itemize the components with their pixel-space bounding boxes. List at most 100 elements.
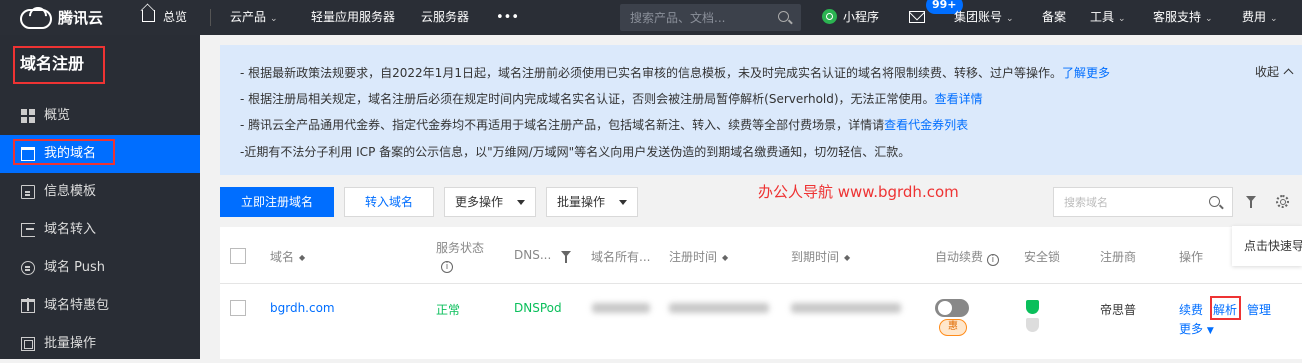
document-icon — [21, 185, 35, 199]
search-icon[interactable] — [778, 11, 789, 22]
gift-icon — [21, 298, 35, 313]
nav-support-label: 客服支持 — [1153, 10, 1202, 24]
global-search[interactable] — [620, 4, 801, 31]
sort-icon[interactable]: ◆ — [722, 253, 728, 262]
header-reg-time[interactable]: 注册时间 ◆ — [669, 248, 728, 265]
discount-badge[interactable]: 惠 — [939, 319, 967, 336]
register-domain-button[interactable]: 立即注册域名 — [220, 187, 334, 217]
nav-lighthouse[interactable]: 轻量应用服务器 — [311, 0, 395, 35]
filter-icon[interactable] — [1246, 196, 1256, 208]
nav-overview[interactable]: 总览 — [142, 0, 187, 35]
view-details-link[interactable]: 查看详情 — [935, 92, 983, 106]
sidebar-item-templates[interactable]: 信息模板 — [0, 173, 200, 211]
global-search-input[interactable] — [630, 8, 770, 27]
nav-billing[interactable]: 费用 ⌄ — [1242, 0, 1278, 35]
info-icon[interactable]: i — [441, 261, 453, 273]
header-owner: 域名所有... — [591, 250, 651, 264]
redacted-exp-time — [791, 303, 901, 313]
more-actions-dropdown[interactable]: 更多 ▼ — [1179, 320, 1214, 337]
header-status-info[interactable]: i — [441, 257, 453, 273]
transfer-icon — [21, 223, 35, 237]
sidebar-item-batch[interactable]: 批量操作 — [0, 325, 200, 363]
sidebar: 域名注册 概览 我的域名 信息模板 域名转入 域名 Push 域名特惠包 批量操… — [0, 35, 200, 359]
learn-more-link[interactable]: 了解更多 — [1062, 66, 1110, 80]
batch-operations-dropdown[interactable]: 批量操作 — [546, 187, 638, 217]
nav-group-account[interactable]: 集团账号 ⌄ — [954, 0, 1014, 35]
top-navbar: 腾讯云 总览 云产品⌄ 轻量应用服务器 云服务器 ••• 小程序 99+ 集团账… — [0, 0, 1302, 35]
highlight-box — [13, 139, 115, 165]
status-badge: 正常 — [436, 303, 461, 317]
caret-down-icon: ▼ — [1206, 326, 1214, 336]
more-operations-dropdown[interactable]: 更多操作 — [444, 187, 536, 217]
lock-shield-icon[interactable] — [1026, 300, 1039, 314]
auto-renew-toggle[interactable] — [935, 299, 969, 317]
batch-icon — [21, 337, 35, 351]
notice-line: -近期有不法分子利用 ICP 备案的公示信息，以"万维网/万域网"等名义向用户发… — [240, 145, 911, 159]
nav-cvm[interactable]: 云服务器 — [421, 0, 469, 35]
header-registrar: 注册商 — [1100, 250, 1137, 264]
notice-text: - 根据最新政策法规要求，自2022年1月1日起，域名注册前必须使用已实名审核的… — [240, 66, 1062, 80]
collapse-notice-button[interactable]: 收起 — [1255, 63, 1292, 80]
nav-billing-label: 费用 — [1242, 10, 1267, 24]
sidebar-item-overview[interactable]: 概览 — [0, 97, 200, 135]
policy-notice: - 根据最新政策法规要求，自2022年1月1日起，域名注册前必须使用已实名审核的… — [220, 45, 1302, 175]
search-icon[interactable] — [1209, 196, 1220, 207]
voucher-list-link[interactable]: 查看代金券列表 — [884, 118, 968, 132]
cloud-logo-icon — [18, 6, 52, 29]
push-icon — [21, 261, 35, 275]
gear-icon[interactable] — [1276, 195, 1289, 208]
chevron-down-icon: ⌄ — [270, 14, 278, 24]
sidebar-item-packages[interactable]: 域名特惠包 — [0, 287, 200, 325]
row-checkbox[interactable] — [230, 300, 246, 316]
nav-messages[interactable] — [909, 0, 925, 35]
chevron-down-icon: ⌄ — [1006, 14, 1014, 24]
redacted-owner — [592, 303, 650, 313]
select-all-checkbox[interactable] — [230, 248, 246, 264]
header-status: 服务状态 — [436, 241, 485, 255]
mail-icon — [909, 11, 925, 23]
highlight-box — [1210, 296, 1241, 320]
sidebar-item-transfer-in[interactable]: 域名转入 — [0, 211, 200, 249]
renew-link[interactable]: 续费 — [1179, 301, 1203, 318]
header-exp-time[interactable]: 到期时间 ◆ — [791, 248, 850, 265]
domain-search[interactable] — [1053, 187, 1233, 217]
sidebar-item-push[interactable]: 域名 Push — [0, 249, 200, 287]
header-operations: 操作 — [1179, 250, 1204, 264]
sort-icon[interactable]: ◆ — [844, 253, 850, 262]
nav-mini-program-label: 小程序 — [843, 10, 880, 24]
domain-search-input[interactable] — [1064, 194, 1204, 211]
manage-link[interactable]: 管理 — [1247, 301, 1271, 318]
header-auto-renew: 自动续费 i — [935, 248, 999, 266]
notice-line: - 腾讯云全产品通用代金券、指定代金券均不再适用于域名注册产品，包括域名新注、转… — [240, 116, 968, 133]
nav-support[interactable]: 客服支持 ⌄ — [1153, 0, 1213, 35]
nav-beian[interactable]: 备案 — [1042, 0, 1066, 35]
nav-cloud-products[interactable]: 云产品 ⌄ — [230, 0, 278, 35]
more-actions-label: 更多 — [1179, 322, 1204, 336]
nav-tools[interactable]: 工具 ⌄ — [1090, 0, 1126, 35]
lock-shield-icon[interactable] — [1026, 318, 1039, 332]
transfer-domain-button[interactable]: 转入域名 — [344, 187, 434, 217]
notice-line: - 根据最新政策法规要求，自2022年1月1日起，域名注册前必须使用已实名审核的… — [240, 64, 1110, 81]
sidebar-item-label: 信息模板 — [44, 184, 97, 199]
info-icon[interactable]: i — [986, 254, 999, 266]
header-dns-label: DNS... — [514, 248, 552, 262]
sort-icon[interactable]: ◆ — [299, 253, 305, 262]
nav-group-account-label: 集团账号 — [954, 10, 1003, 24]
header-domain-label: 域名 — [270, 250, 295, 264]
sidebar-item-label: 批量操作 — [44, 336, 97, 351]
header-auto-renew-label: 自动续费 — [935, 250, 984, 264]
header-lock: 安全锁 — [1024, 250, 1061, 264]
mini-program-icon — [822, 9, 837, 24]
filter-icon[interactable] — [561, 251, 572, 263]
header-domain[interactable]: 域名 ◆ — [270, 248, 305, 265]
chevron-down-icon: ⌄ — [1118, 14, 1126, 24]
header-reg-time-label: 注册时间 — [669, 250, 718, 264]
notice-text: - 根据注册局相关规定，域名注册后必须在规定时间内完成域名实名认证，否则会被注册… — [240, 92, 935, 106]
sidebar-item-label: 概览 — [44, 108, 71, 123]
nav-mini-program[interactable]: 小程序 — [822, 0, 879, 35]
brand-name: 腾讯云 — [58, 8, 104, 27]
domain-link[interactable]: bgrdh.com — [270, 301, 335, 315]
domain-table: 域名 ◆ 服务状态 i DNS... 域名所有... 注册时间 ◆ 到期时间 ◆ 自动… — [220, 227, 1302, 359]
tencent-cloud-logo[interactable]: 腾讯云 — [18, 6, 104, 29]
nav-more[interactable]: ••• — [496, 0, 519, 35]
